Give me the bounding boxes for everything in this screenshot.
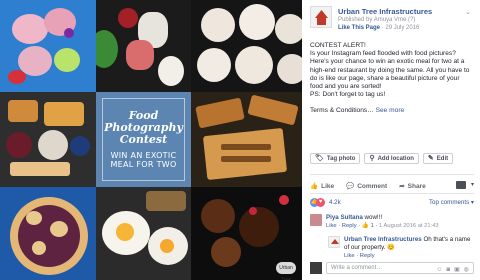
reply-actions: Like · Reply (344, 253, 375, 259)
gif-icon[interactable]: ▣ (454, 265, 460, 275)
add-location-label: Add location (377, 155, 414, 162)
contest-subtitle: WIN AN EXOTIC MEAL FOR TWO (110, 151, 177, 169)
comment-reply-link[interactable]: Reply (342, 223, 357, 229)
page-avatar[interactable] (310, 6, 332, 28)
divider-middle (310, 193, 474, 194)
post-paragraph-2: Is your Instagram feed flooded with food… (310, 50, 470, 91)
comment-actions: Like · Reply · 👍 1 · 1 August 2016 at 21… (326, 223, 439, 229)
house-logo-base (317, 18, 326, 25)
comment-text: wow!!! (364, 214, 383, 221)
post-text: CONTEST ALERT! Is your Instagram feed fl… (310, 42, 474, 124)
comment-label: Comment (357, 182, 388, 190)
post-date[interactable]: 29 July 2016 (385, 25, 419, 31)
tag-photo-button[interactable]: 🏷 Tag photo (310, 153, 361, 164)
divider-top (310, 174, 474, 175)
share-label: Share (407, 182, 426, 190)
house-logo-icon (331, 239, 339, 244)
house-logo-roof (315, 10, 328, 18)
contest-card: Food Photography Contest WIN AN EXOTIC M… (96, 92, 191, 187)
comment-time[interactable]: 1 August 2016 at 21:43 (379, 223, 439, 229)
edit-label: Edit (436, 155, 449, 162)
comment-icon: 💬 (346, 183, 355, 190)
photo-fruit-drinks (96, 0, 191, 92)
photo-berry-pie (0, 187, 96, 280)
smile-emoji: 😊 (387, 244, 395, 251)
reply-reply-link[interactable]: Reply (360, 253, 375, 259)
add-location-button[interactable]: ⚲ Add location (364, 153, 419, 164)
watermark-logo: Urban Tree (276, 262, 296, 280)
commenter-avatar[interactable] (310, 214, 322, 226)
photo-waffles (0, 0, 96, 92)
thumbs-up-icon: 👍 (310, 183, 319, 190)
comment-like-link[interactable]: Like (326, 223, 337, 229)
post-paragraph-3: PS: Don't forget to tag us! (310, 91, 386, 99)
love-reaction-icon: ♥ (316, 198, 325, 207)
photo-donut-holes (191, 0, 302, 92)
sticker-icon[interactable]: ◍ (464, 265, 469, 275)
share-button[interactable]: ➦ Share (399, 181, 426, 191)
contest-title: Food Photography Contest (104, 109, 183, 146)
pencil-icon: ✎ (427, 154, 434, 162)
tag-photo-label: Tag photo (326, 155, 356, 162)
caret-down-icon[interactable]: ▾ (471, 181, 474, 188)
page-meta-row: Like This Page · 29 July 2016 (338, 25, 419, 31)
comment-input-placeholder: Write a comment… (331, 265, 383, 271)
tag-icon: 🏷 (315, 154, 324, 162)
comment-item: Piya Sultana wow!!! Like · Reply · 👍 1 ·… (310, 214, 474, 236)
photo-collage[interactable]: Food Photography Contest WIN AN EXOTIC M… (0, 0, 302, 280)
share-as-page-icon[interactable] (456, 181, 466, 189)
like-comment-share-bar: 👍 Like 💬 Comment ➦ Share (310, 181, 474, 191)
comment-input-tools: ☺ ◙ ▣ ◍ (436, 265, 469, 275)
camera-icon[interactable]: ◙ (446, 265, 450, 275)
post-header: Urban Tree Infrastructures Published by … (310, 6, 476, 36)
post-terms-line: Terms & Conditions… See more (310, 107, 474, 115)
comment-like-count: 1 (370, 223, 374, 229)
photo-breakfast-spread (0, 92, 96, 187)
share-arrow-icon: ➦ (399, 183, 405, 190)
page-name-link[interactable]: Urban Tree Infrastructures (338, 7, 432, 16)
write-comment-box: Write a comment… ☺ ◙ ▣ ◍ (310, 262, 474, 274)
current-user-avatar (310, 262, 322, 274)
comment-like-thumb-icon: 👍 (361, 223, 369, 229)
post-paragraph-1: CONTEST ALERT! (310, 42, 366, 49)
photo-eggs (96, 187, 191, 280)
reply-body: Urban Tree Infrastructures Oh that's a n… (344, 236, 474, 260)
terms-text: Terms & Conditions… (310, 107, 374, 115)
comment-body: Piya Sultana wow!!! Like · Reply · 👍 1 ·… (326, 214, 474, 230)
top-comments-dropdown[interactable]: Top comments ▾ (429, 199, 474, 206)
chevron-down-icon[interactable]: ⌄ (465, 8, 472, 16)
reply-page-avatar[interactable] (328, 236, 340, 248)
edit-button[interactable]: ✎ Edit (422, 153, 454, 164)
like-button[interactable]: 👍 Like (310, 181, 334, 191)
comment-reply-item: Urban Tree Infrastructures Oh that's a n… (328, 236, 474, 260)
like-label: Like (321, 182, 335, 190)
contest-card-frame: Food Photography Contest WIN AN EXOTIC M… (102, 98, 185, 181)
photo-chocolate-treats: Urban Tree (191, 187, 302, 280)
post-panel: Urban Tree Infrastructures Published by … (302, 0, 480, 280)
see-more-link[interactable]: See more (376, 107, 405, 114)
location-pin-icon: ⚲ (369, 154, 375, 162)
reaction-count[interactable]: 4.2k (329, 199, 341, 206)
reactions-row: 👍 ♥ 4.2k Top comments ▾ (310, 198, 474, 208)
reply-author[interactable]: Urban Tree Infrastructures (344, 236, 422, 243)
published-by: Published by Amuya Vme (?) (338, 17, 416, 23)
reply-like-link[interactable]: Like (344, 253, 355, 259)
commenter-name[interactable]: Piya Sultana (326, 214, 363, 221)
photo-grilled-sandwich (191, 92, 302, 187)
like-page-link[interactable]: Like This Page (338, 25, 380, 31)
comment-input[interactable]: Write a comment… ☺ ◙ ▣ ◍ (326, 262, 474, 274)
photo-actions: 🏷 Tag photo ⚲ Add location ✎ Edit (310, 153, 454, 164)
emoji-icon[interactable]: ☺ (436, 265, 442, 275)
comment-button[interactable]: 💬 Comment (346, 181, 387, 191)
